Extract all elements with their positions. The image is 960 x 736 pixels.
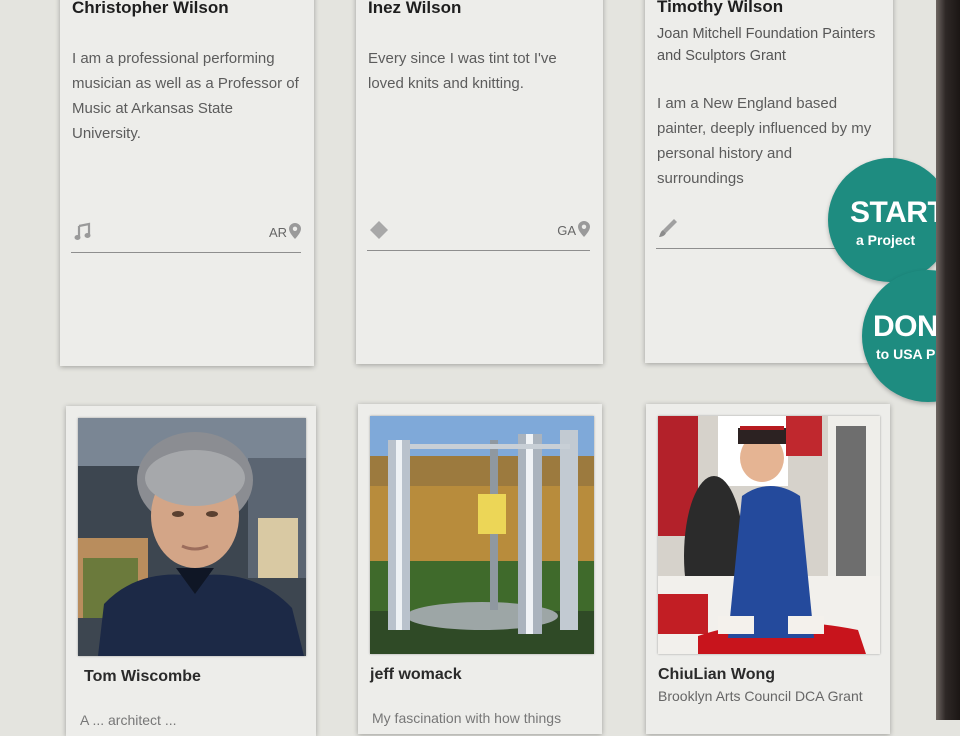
profile-card[interactable]: jeff womack My fascination with how thin… xyxy=(358,404,602,734)
profile-photo[interactable] xyxy=(370,416,594,654)
profile-name[interactable]: Christopher Wilson xyxy=(72,0,229,18)
grant-subtitle: Joan Mitchell Foundation Painters and Sc… xyxy=(657,26,876,64)
start-project-button[interactable]: START a Project xyxy=(828,158,952,282)
profile-card[interactable]: Tom Wiscombe A ... architect ... xyxy=(66,406,316,736)
state-label: GA xyxy=(557,223,576,238)
profile-name[interactable]: ChiuLian Wong xyxy=(658,666,775,684)
profile-card[interactable]: Christopher Wilson I am a professional p… xyxy=(60,0,314,366)
sculpture-photo xyxy=(370,416,594,654)
portrait-photo xyxy=(78,418,306,656)
artist-photo xyxy=(658,416,880,654)
profile-name[interactable]: Tom Wiscombe xyxy=(84,668,201,686)
music-note-icon xyxy=(74,222,91,240)
profile-bio: My fascination with how things xyxy=(372,710,562,726)
start-sub-label: a Project xyxy=(856,232,916,248)
paintbrush-icon xyxy=(659,219,677,237)
start-label: START xyxy=(850,196,946,229)
state-label: AR xyxy=(268,225,287,240)
profile-bio: Every since I was tint tot I've loved kn… xyxy=(368,50,557,92)
profile-card[interactable]: ChiuLian Wong Brooklyn Arts Council DCA … xyxy=(646,404,890,734)
location-pin-icon xyxy=(578,221,590,237)
grant-subtitle: Brooklyn Arts Council DCA Grant xyxy=(658,688,863,704)
profile-name[interactable]: Timothy Wilson xyxy=(657,0,783,17)
card-footer: GA xyxy=(367,216,590,251)
profile-photo[interactable] xyxy=(658,416,880,654)
profile-photo[interactable] xyxy=(78,418,306,656)
monitor-bezel xyxy=(936,0,960,720)
card-footer: AR xyxy=(71,218,301,253)
diamond-icon xyxy=(370,221,388,239)
location-pin-icon xyxy=(289,223,301,239)
profile-name[interactable]: Inez Wilson xyxy=(368,0,461,18)
profile-name[interactable]: jeff womack xyxy=(370,666,462,684)
profile-bio: A ... architect ... xyxy=(80,712,177,728)
profile-card[interactable]: Inez Wilson Every since I was tint tot I… xyxy=(356,0,603,364)
profile-bio: I am a professional performing musician … xyxy=(72,50,299,142)
